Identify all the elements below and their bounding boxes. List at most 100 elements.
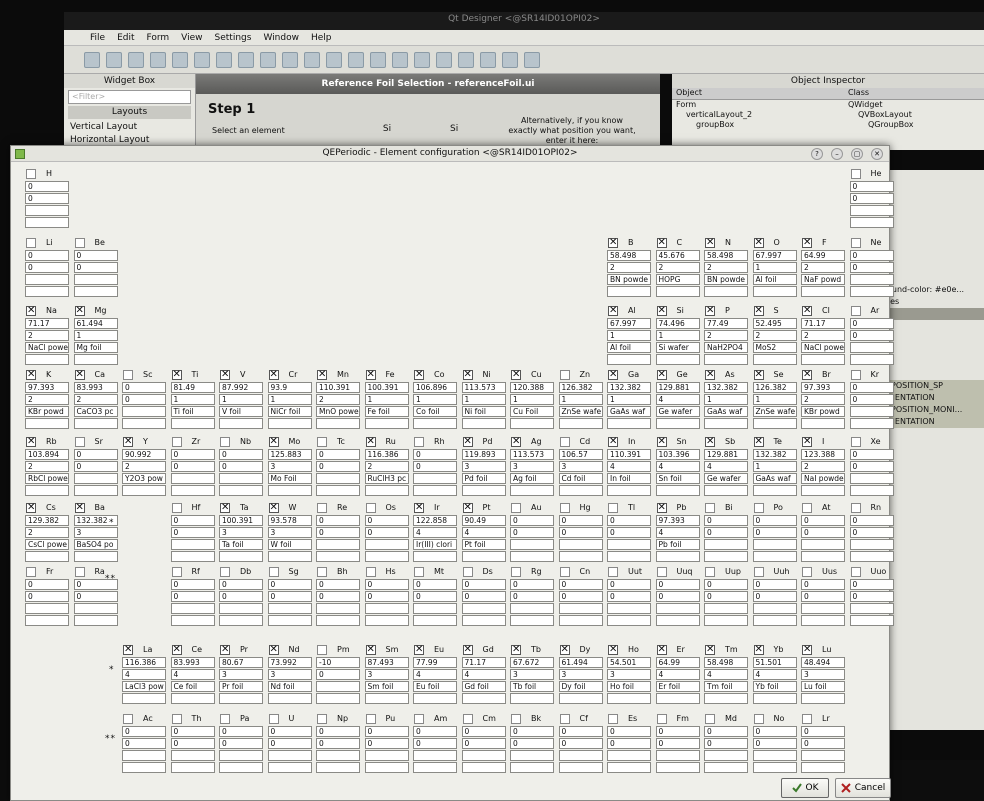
extra-field[interactable] [413,485,457,496]
foil-name-field[interactable]: NaI powde [801,473,845,484]
energy-field[interactable]: 0 [122,382,166,393]
element-checkbox[interactable] [559,566,570,577]
energy-field[interactable]: 103.396 [655,449,700,460]
extra-field[interactable] [461,762,506,773]
property-row[interactable]: _POSITION_MONI... [884,404,984,416]
position-field[interactable]: 0 [170,461,215,472]
position-field[interactable]: 3 [558,461,603,472]
extra-field[interactable] [364,485,409,496]
foil-name-field[interactable] [510,750,554,761]
element-checkbox[interactable] [26,566,36,577]
energy-field[interactable]: 0 [558,579,603,590]
extra-field[interactable] [558,693,603,704]
element-checkbox[interactable] [802,502,812,513]
element-checkbox[interactable]: ✕ [608,644,618,655]
help-icon[interactable]: ? [811,148,823,160]
foil-name-field[interactable]: Ta foil [219,539,263,550]
extra-field[interactable] [364,418,409,429]
energy-field[interactable]: 83.993 [170,657,215,668]
foil-name-field[interactable]: Al foil [752,274,797,285]
energy-field[interactable]: 0 [752,515,797,526]
energy-field[interactable]: 0 [849,382,894,393]
position-field[interactable]: 1 [170,394,215,405]
element-checkbox[interactable]: ✕ [753,305,764,316]
energy-field[interactable]: 0 [122,726,166,737]
foil-name-field[interactable]: Mo Foil [267,473,312,484]
element-checkbox[interactable] [414,436,424,447]
foil-name-field[interactable]: Ni foil [461,406,506,417]
extra-field[interactable] [413,693,457,704]
element-checkbox[interactable]: ✕ [802,237,812,248]
element-checkbox[interactable] [802,713,812,724]
position-field[interactable]: 2 [25,527,69,538]
lower-icon[interactable] [282,51,298,68]
foil-name-field[interactable] [655,603,700,614]
energy-field[interactable]: 48.494 [801,657,845,668]
element-checkbox[interactable]: ✕ [802,436,812,447]
position-field[interactable]: 3 [510,461,554,472]
foil-name-field[interactable]: NaH2PO4 [704,342,748,353]
foil-name-field[interactable]: Y2O3 pow [122,473,166,484]
position-field[interactable]: 0 [413,738,457,749]
position-field[interactable]: 4 [413,669,457,680]
position-field[interactable]: 2 [364,461,409,472]
energy-field[interactable]: 0 [25,250,69,261]
element-checkbox[interactable]: ✕ [753,369,764,380]
foil-name-field[interactable] [655,750,700,761]
extra-field[interactable] [461,485,506,496]
position-field[interactable]: 2 [801,461,845,472]
position-field[interactable]: 0 [461,591,506,602]
element-checkbox[interactable] [850,502,861,513]
position-field[interactable]: 0 [73,262,118,273]
extra-field[interactable] [413,418,457,429]
element-checkbox[interactable] [171,502,182,513]
element-checkbox[interactable]: ✕ [268,502,279,513]
extra-field[interactable] [25,615,69,626]
element-checkbox[interactable] [850,305,861,316]
energy-field[interactable]: 0 [607,515,651,526]
extra-field[interactable] [316,615,360,626]
edit-tab-order-icon[interactable] [370,51,386,68]
extra-field[interactable] [849,354,894,365]
element-checkbox[interactable]: ✕ [414,369,424,380]
new-file-icon[interactable] [84,51,100,68]
energy-field[interactable]: 0 [655,579,700,590]
position-field[interactable]: 0 [801,591,845,602]
foil-name-field[interactable]: Nd foil [267,681,312,692]
extra-field[interactable] [558,551,603,562]
position-field[interactable]: 0 [219,461,263,472]
foil-name-field[interactable] [73,603,118,614]
extra-field[interactable] [655,418,700,429]
foil-name-field[interactable] [801,750,845,761]
element-checkbox[interactable]: ✕ [656,502,667,513]
energy-field[interactable]: 0 [655,726,700,737]
element-checkbox[interactable] [317,713,327,724]
element-checkbox[interactable] [511,502,521,513]
foil-name-field[interactable] [752,750,797,761]
element-checkbox[interactable] [559,713,570,724]
save-icon[interactable] [128,51,144,68]
widget-filter-input[interactable]: <Filter> [68,90,191,104]
inspector-row[interactable]: verticalLayout_2 QVBoxLayout [672,110,984,120]
energy-field[interactable]: 110.391 [607,449,651,460]
extra-field[interactable] [510,762,554,773]
extra-field[interactable] [801,485,845,496]
extra-field[interactable] [704,354,748,365]
edit-widgets-icon[interactable] [304,51,320,68]
energy-field[interactable]: 61.494 [558,657,603,668]
position-field[interactable]: 0 [219,591,263,602]
element-checkbox[interactable] [802,566,812,577]
position-field[interactable]: 0 [704,591,748,602]
foil-name-field[interactable] [849,473,894,484]
element-checkbox[interactable]: ✕ [414,502,424,513]
extra-field[interactable] [655,762,700,773]
energy-field[interactable]: 73.992 [267,657,312,668]
extra-field[interactable] [122,693,166,704]
foil-name-field[interactable] [607,750,651,761]
element-combo-b[interactable]: Si [450,124,458,134]
energy-field[interactable]: 0 [219,449,263,460]
position-field[interactable]: 0 [849,394,894,405]
position-field[interactable]: 1 [219,394,263,405]
energy-field[interactable]: 0 [752,726,797,737]
element-checkbox[interactable]: ✕ [511,436,521,447]
